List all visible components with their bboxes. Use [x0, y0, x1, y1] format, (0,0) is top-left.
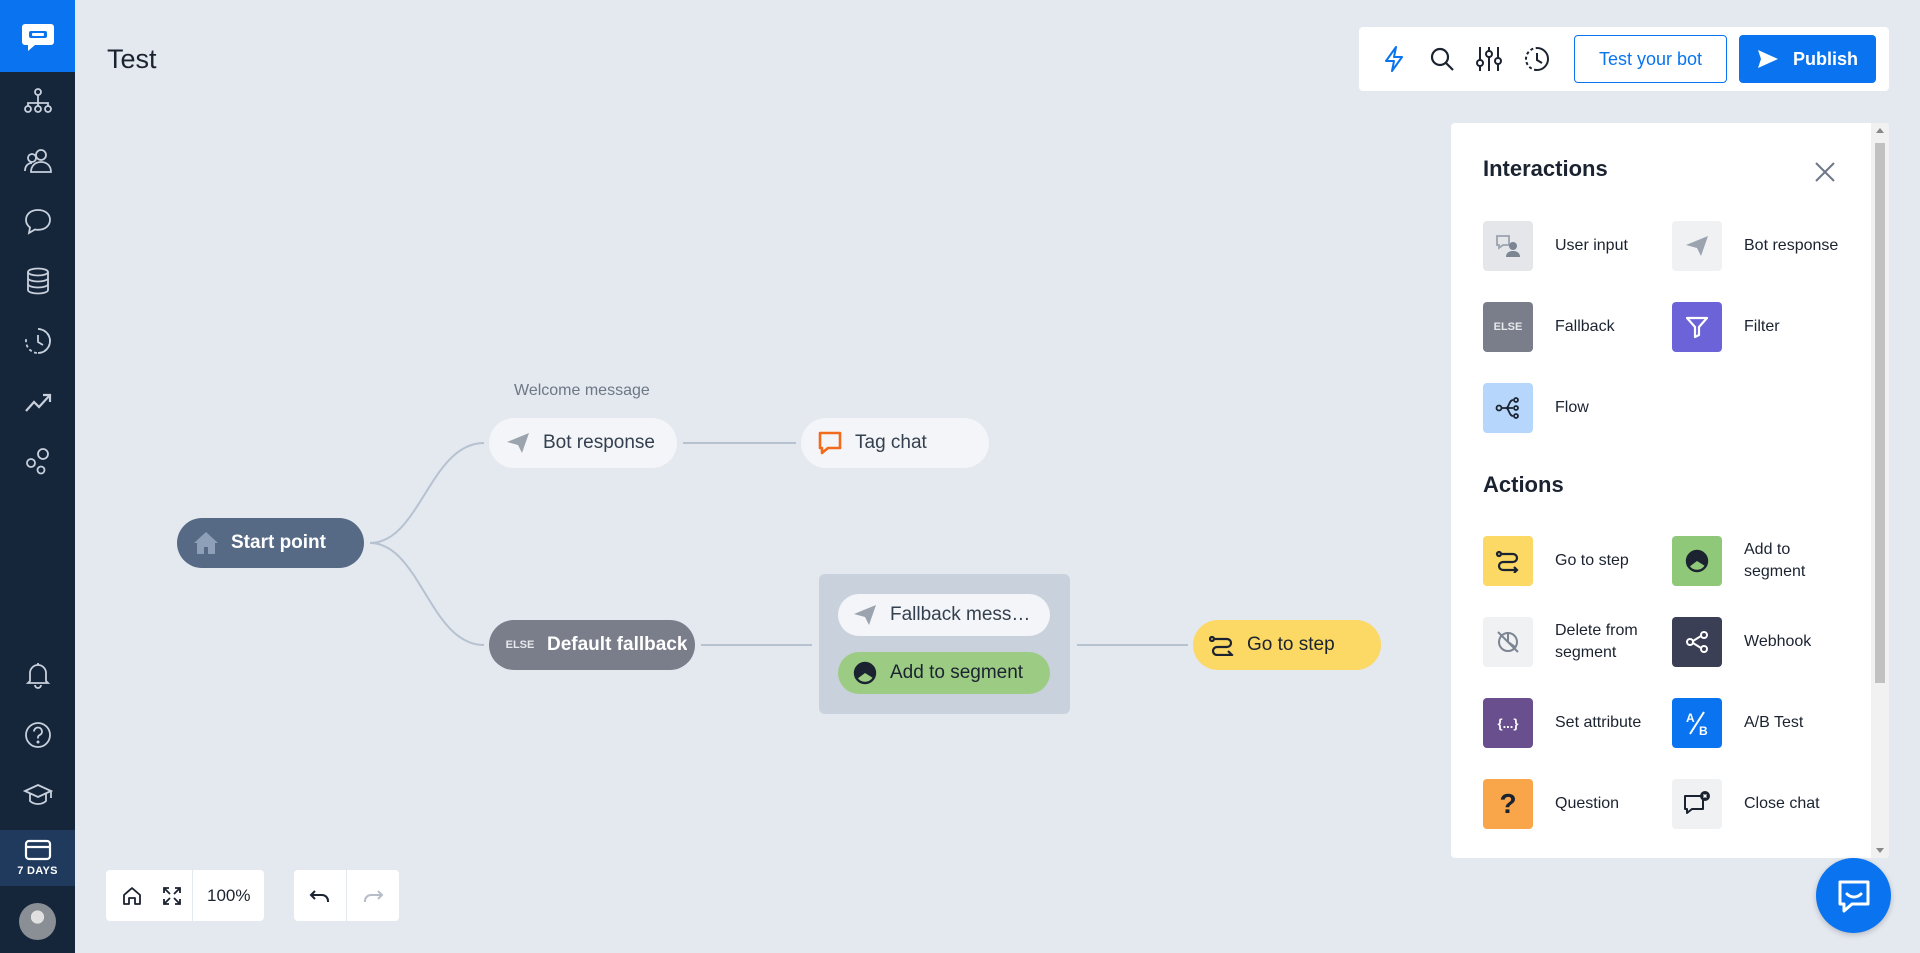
delete-segment-icon — [1483, 617, 1533, 667]
undo-icon — [309, 889, 329, 902]
filter-icon — [1672, 302, 1722, 352]
panel-item-ab-test[interactable]: AB A/B Test — [1672, 697, 1852, 749]
redo-button[interactable] — [347, 870, 399, 921]
fit-view-button[interactable] — [152, 870, 192, 921]
panel-item-go-to-step[interactable]: Go to step — [1483, 535, 1663, 587]
svg-text:B: B — [1699, 724, 1708, 737]
home-icon — [123, 886, 141, 905]
fallback-icon: ELSE — [1483, 302, 1533, 352]
bot-response-node[interactable]: Bot response — [489, 418, 677, 468]
center-view-button[interactable] — [112, 870, 152, 921]
webhook-icon — [1672, 617, 1722, 667]
send-icon — [852, 602, 878, 628]
chat-bubble-icon — [1838, 880, 1869, 912]
home-icon — [193, 530, 219, 556]
view-controls: 100% — [106, 870, 265, 921]
set-attribute-icon: {...} — [1483, 698, 1533, 748]
fallback-message-node[interactable]: Fallback mess… — [838, 594, 1050, 636]
send-icon — [505, 430, 531, 456]
svg-text:A: A — [1686, 711, 1695, 725]
panel-item-user-input[interactable]: User input — [1483, 220, 1663, 272]
panel-scrollbar[interactable] — [1871, 123, 1889, 858]
start-point-node[interactable]: Start point — [177, 518, 364, 568]
undo-button[interactable] — [294, 870, 346, 921]
interactions-heading: Interactions — [1483, 156, 1608, 181]
default-fallback-node[interactable]: ELSE Default fallback — [489, 620, 695, 670]
scrollbar-thumb[interactable] — [1875, 143, 1885, 683]
panel-item-close-chat[interactable]: Close chat — [1672, 778, 1852, 830]
panel-item-add-to-segment[interactable]: Add to segment — [1672, 535, 1852, 587]
panel-item-bot-response[interactable]: Bot response — [1672, 220, 1852, 272]
bot-response-icon — [1672, 221, 1722, 271]
tag-chat-node[interactable]: Tag chat — [801, 418, 989, 468]
panel-item-flow[interactable]: Flow — [1483, 382, 1663, 434]
flow-icon — [1483, 383, 1533, 433]
go-to-step-icon — [1483, 536, 1533, 586]
panel-item-fallback[interactable]: ELSE Fallback — [1483, 301, 1663, 353]
history-controls — [294, 870, 399, 921]
zoom-level[interactable]: 100% — [192, 870, 264, 921]
expand-icon — [163, 886, 181, 905]
actions-heading: Actions — [1483, 472, 1564, 497]
close-icon[interactable] — [1811, 158, 1839, 186]
support-chat-button[interactable] — [1816, 858, 1891, 933]
add-segment-icon — [1672, 536, 1722, 586]
go-to-step-node[interactable]: Go to step — [1193, 620, 1381, 670]
panel-item-filter[interactable]: Filter — [1672, 301, 1852, 353]
tag-chat-icon — [817, 430, 843, 456]
else-icon: ELSE — [505, 639, 535, 651]
welcome-message-label: Welcome message — [514, 382, 650, 399]
panel-item-webhook[interactable]: Webhook — [1672, 616, 1852, 668]
blocks-panel: Interactions User input Bot response ELS… — [1451, 123, 1889, 858]
redo-icon — [364, 889, 384, 902]
go-to-step-icon — [1209, 632, 1235, 658]
add-to-segment-node[interactable]: Add to segment — [838, 652, 1050, 694]
ab-test-icon: AB — [1672, 698, 1722, 748]
panel-item-delete-from-segment[interactable]: Delete from segment — [1483, 616, 1663, 668]
panel-item-set-attribute[interactable]: {...} Set attribute — [1483, 697, 1663, 749]
segment-icon — [852, 660, 878, 686]
close-chat-icon — [1672, 779, 1722, 829]
panel-item-question[interactable]: ? Question — [1483, 778, 1663, 830]
user-input-icon — [1483, 221, 1533, 271]
question-icon: ? — [1483, 779, 1533, 829]
